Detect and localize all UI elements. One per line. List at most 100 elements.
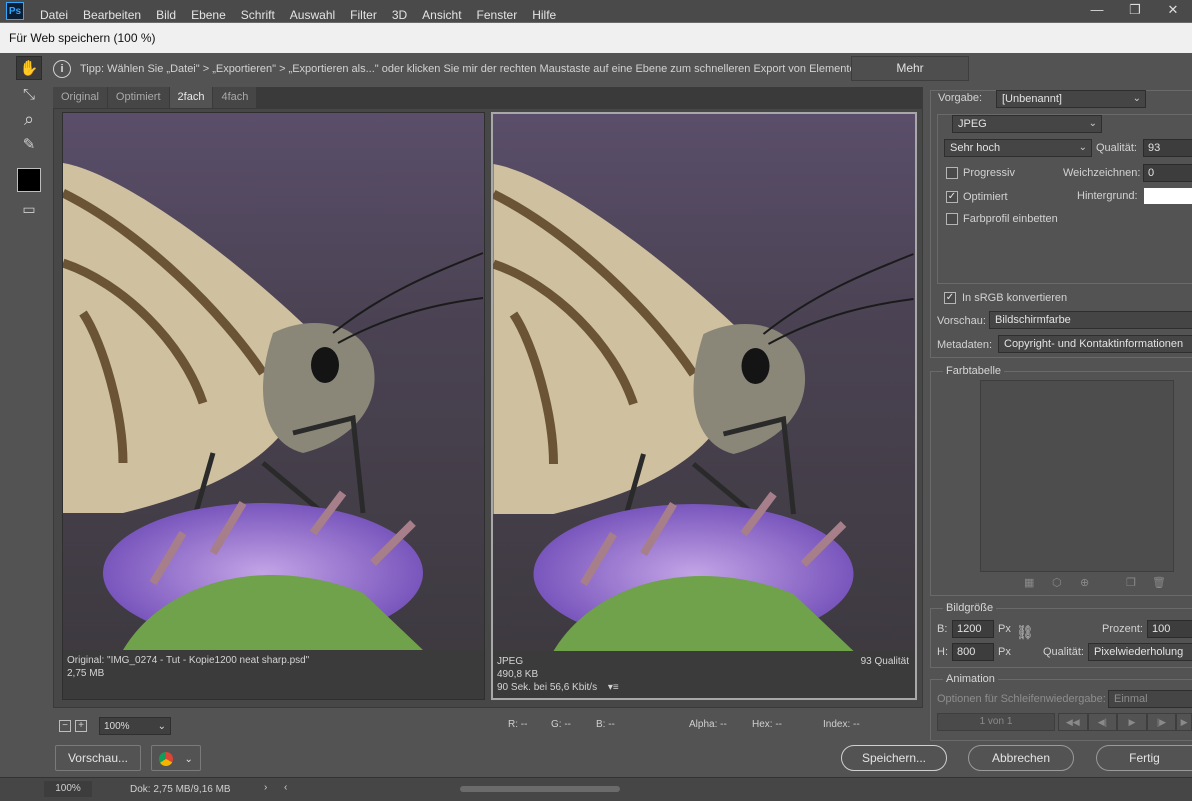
menu-3d[interactable]: 3D <box>392 0 407 22</box>
menu-fenster[interactable]: Fenster <box>477 0 518 22</box>
readout-g: G: -- <box>551 719 571 730</box>
menu-bild[interactable]: Bild <box>156 0 176 22</box>
quality-label: Qualität: <box>1096 142 1137 154</box>
format-value: JPEG <box>958 118 987 130</box>
web-snap-icon[interactable]: ⬡ <box>1052 576 1062 589</box>
resample-value: Pixelwiederholung <box>1094 646 1184 658</box>
menu-auswahl[interactable]: Auswahl <box>290 0 335 22</box>
menu-datei[interactable]: Datei <box>40 0 68 22</box>
dialog-buttons: Vorschau... ⌄ Speichern... Abbrechen Fer… <box>53 745 1192 775</box>
animation-controls: ◀◀ ◀| ▶ |▶ ▶ <box>1058 713 1192 731</box>
optimized-view[interactable]: JPEG 93 Qualität 490,8 KB 90 Sek. bei 56… <box>491 112 917 700</box>
info-icon: i <box>53 60 71 78</box>
photoshop-logo-icon: Ps <box>6 2 24 20</box>
minimize-icon[interactable]: — <box>1078 0 1116 22</box>
percent-input[interactable]: 100 <box>1147 620 1192 638</box>
metadata-label: Metadaten: <box>937 339 993 351</box>
progressive-label: Progressiv <box>963 167 1015 179</box>
tab-original[interactable]: Original <box>53 87 107 108</box>
save-button[interactable]: Speichern... <box>841 745 947 771</box>
optimized-checkbox[interactable]: ✓ <box>946 191 958 203</box>
readout-r: R: -- <box>508 719 528 730</box>
blur-input[interactable]: 0 <box>1143 164 1192 182</box>
download-speed-menu-icon[interactable]: ▾≡ <box>608 682 619 693</box>
height-input[interactable]: 800 <box>952 643 994 661</box>
preset-label: Vorgabe: <box>938 92 983 104</box>
zoom-value: 100% <box>104 720 130 732</box>
zoom-select[interactable]: 100% ⌄ <box>99 717 171 735</box>
format-select[interactable]: JPEG ⌄ <box>952 115 1102 133</box>
embed-profile-checkbox[interactable] <box>946 213 958 225</box>
close-icon[interactable]: ✕ <box>1154 0 1192 22</box>
eyedropper-tool-icon[interactable]: ✎ <box>16 132 42 156</box>
menu-ebene[interactable]: Ebene <box>191 0 226 22</box>
chevron-right-icon[interactable]: › <box>264 782 267 793</box>
optimized-download-time: 90 Sek. bei 56,6 Kbit/s ▾≡ <box>497 682 619 693</box>
browser-select[interactable]: ⌄ <box>151 745 201 771</box>
photoshop-status-bar: 100% Dok: 2,75 MB/9,16 MB › ‹ <box>0 777 1192 801</box>
first-frame-icon[interactable]: ◀◀ <box>1058 713 1088 731</box>
dialog-title: Für Web speichern (100 %) <box>0 23 1192 53</box>
image-size-title: Bildgröße <box>943 602 997 614</box>
zoom-in-button[interactable]: + <box>75 720 87 732</box>
ps-zoom-field[interactable]: 100% <box>44 781 92 797</box>
menu-ansicht[interactable]: Ansicht <box>422 0 461 22</box>
link-icon[interactable]: ⛓ <box>1016 624 1034 641</box>
chrome-icon <box>159 751 174 766</box>
new-color-icon[interactable]: ❐ <box>1126 576 1136 589</box>
chevron-down-icon: ⌄ <box>1132 93 1141 104</box>
map-to-transparent-icon[interactable]: ▦ <box>1024 576 1034 589</box>
trash-icon[interactable]: 🗑 <box>1152 576 1166 589</box>
menu-schrift[interactable]: Schrift <box>241 0 275 22</box>
lock-icon[interactable]: ⊕ <box>1080 576 1089 589</box>
blur-label: Weichzeichnen: <box>1063 167 1141 179</box>
resample-select[interactable]: Pixelwiederholung <box>1088 643 1192 661</box>
tab-2up[interactable]: 2fach <box>169 87 213 108</box>
menu-filter[interactable]: Filter <box>350 0 377 22</box>
hand-tool-icon[interactable]: ✋ <box>16 56 42 80</box>
chevron-left-icon[interactable]: ‹ <box>284 782 287 793</box>
srgb-checkbox[interactable]: ✓ <box>944 292 956 304</box>
loop-value: Einmal <box>1114 693 1148 705</box>
last-frame-icon[interactable]: ▶ <box>1176 713 1192 731</box>
tab-4up[interactable]: 4fach <box>213 87 257 108</box>
ps-scrollbar[interactable] <box>460 786 620 792</box>
more-button[interactable]: Mehr <box>851 56 969 81</box>
original-filename: Original: "IMG_0274 - Tut - Kopie1200 ne… <box>67 655 310 666</box>
metadata-select[interactable]: Copyright- und Kontaktinformationen <box>998 335 1192 353</box>
toggle-slices-icon[interactable]: ▭ <box>16 197 42 221</box>
prev-frame-icon[interactable]: ◀| <box>1087 713 1118 731</box>
menu-bearbeiten[interactable]: Bearbeiten <box>83 0 141 22</box>
play-icon[interactable]: ▶ <box>1117 713 1147 731</box>
next-frame-icon[interactable]: |▶ <box>1146 713 1177 731</box>
loop-select[interactable]: Einmal <box>1108 690 1192 708</box>
done-button[interactable]: Fertig <box>1096 745 1192 771</box>
preset-select[interactable]: [Unbenannt] ⌄ <box>996 90 1146 108</box>
cancel-button[interactable]: Abbrechen <box>968 745 1074 771</box>
preview-button[interactable]: Vorschau... <box>55 745 141 771</box>
optimized-label: Optimiert <box>963 191 1008 203</box>
tab-optimized[interactable]: Optimiert <box>107 87 169 108</box>
download-time-text: 90 Sek. bei 56,6 Kbit/s <box>497 682 598 693</box>
width-input[interactable]: 1200 <box>952 620 994 638</box>
embed-profile-label: Farbprofil einbetten <box>963 213 1058 225</box>
preview-mode-select[interactable]: Bildschirmfarbe <box>989 311 1192 329</box>
window-controls: — ❐ ✕ <box>1078 0 1192 22</box>
color-swatch[interactable] <box>17 168 41 192</box>
view-tabs: Original Optimiert 2fach 4fach <box>53 87 923 108</box>
zoom-out-button[interactable]: − <box>59 720 71 732</box>
quality-preset-select[interactable]: Sehr hoch ⌄ <box>944 139 1092 157</box>
menu-hilfe[interactable]: Hilfe <box>532 0 556 22</box>
maximize-icon[interactable]: ❐ <box>1116 0 1154 22</box>
chevron-down-icon: ⌄ <box>184 754 193 765</box>
quality-input[interactable]: 93 <box>1143 139 1192 157</box>
progressive-checkbox[interactable] <box>946 167 958 179</box>
zoom-tool-icon[interactable]: ⌕ <box>16 107 42 131</box>
width-unit: Px <box>998 623 1011 635</box>
matte-swatch[interactable] <box>1144 188 1192 204</box>
color-table[interactable] <box>980 380 1174 572</box>
chevron-down-icon: ⌄ <box>1078 142 1087 153</box>
slice-select-tool-icon[interactable]: ⤡ <box>16 82 42 106</box>
animation-group <box>930 679 1192 741</box>
original-view[interactable]: Original: "IMG_0274 - Tut - Kopie1200 ne… <box>62 112 485 700</box>
